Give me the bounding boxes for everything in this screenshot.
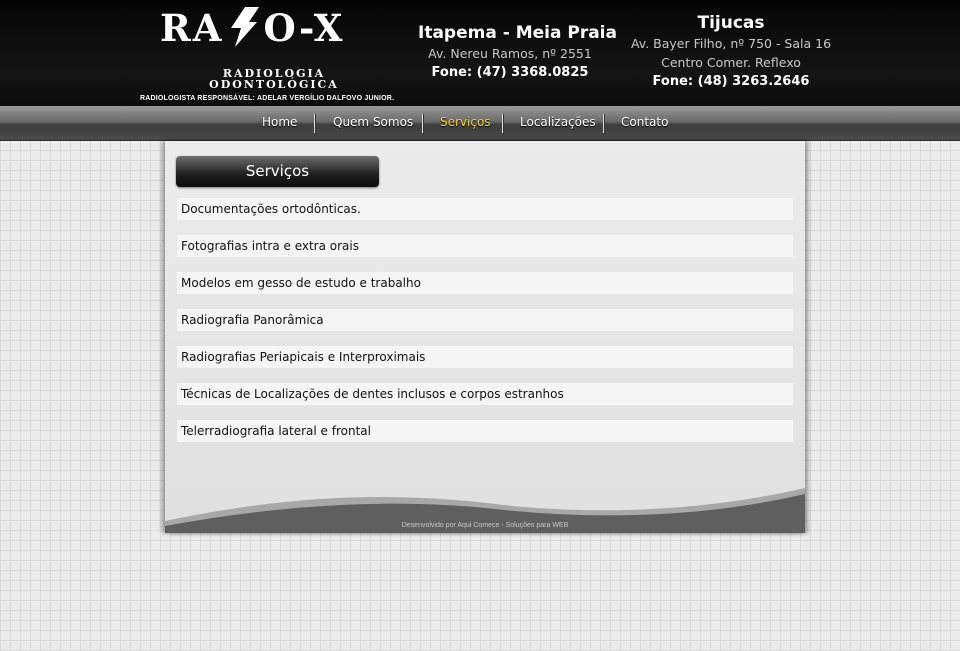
nav-contato[interactable]: Contato	[621, 115, 668, 129]
logo-text-right: O-X	[263, 6, 345, 50]
location-tijucas: Tijucas Av. Bayer Filho, nº 750 - Sala 1…	[625, 12, 837, 91]
site-header: RA O-X RADIOLOGIA ODONTOLÓGICA RADIOLOGI…	[0, 0, 960, 106]
service-item: Telerradiografia lateral e frontal	[177, 420, 793, 442]
nav-divider	[502, 114, 503, 133]
nav-divider	[603, 114, 604, 133]
nav-divider	[314, 114, 315, 133]
responsible-radiologist: RADIOLOGISTA RESPONSÁVEL: ADELAR VERGÍLI…	[140, 95, 395, 102]
nav-divider	[422, 114, 423, 133]
logo-text-left: RA	[160, 6, 224, 50]
logo-subtitle-line2: ODONTOLÓGICA	[209, 78, 339, 91]
location-city: Itapema - Meia Praia	[418, 23, 617, 43]
nav-servicos[interactable]: Serviços	[440, 115, 491, 129]
location-city: Tijucas	[697, 13, 765, 33]
service-item: Técnicas de Localizações de dentes inclu…	[177, 383, 793, 405]
nav-localizacoes[interactable]: Localizações	[520, 115, 596, 129]
service-item: Radiografias Periapicais e Interproximai…	[177, 346, 793, 368]
logo[interactable]: RA O-X	[160, 6, 344, 50]
location-address: Av. Nereu Ramos, nº 2551	[428, 46, 592, 61]
lightning-bolt-icon	[231, 7, 260, 47]
nav-home[interactable]: Home	[262, 115, 297, 129]
location-address: Av. Bayer Filho, nº 750 - Sala 16	[630, 36, 832, 51]
service-item: Fotografias intra e extra orais	[177, 235, 793, 257]
location-itapema: Itapema - Meia Praia Av. Nereu Ramos, nº…	[418, 22, 617, 82]
service-item: Radiografia Panorâmica	[177, 309, 793, 331]
nav-quem-somos[interactable]: Quem Somos	[333, 115, 413, 129]
service-item: Documentações ortodônticas.	[177, 198, 793, 220]
footer-credit[interactable]: Desenvolvido por Aqui Comece - Soluções …	[165, 522, 805, 529]
location-building: Centro Comer. Reflexo	[661, 55, 801, 70]
service-item: Modelos em gesso de estudo e trabalho	[177, 272, 793, 294]
location-phone: Fone: (47) 3368.0825	[431, 65, 589, 80]
section-title: Serviços	[176, 156, 379, 187]
location-phone: Fone: (48) 3263.2646	[652, 74, 810, 89]
main-nav: Home Quem Somos Serviços Localizações Co…	[0, 106, 960, 141]
services-list: Documentações ortodônticas. Fotografias …	[177, 198, 793, 457]
logo-subtitle: RADIOLOGIA ODONTOLÓGICA	[190, 68, 358, 90]
content-panel: Serviços Documentações ortodônticas. Fot…	[165, 141, 805, 533]
